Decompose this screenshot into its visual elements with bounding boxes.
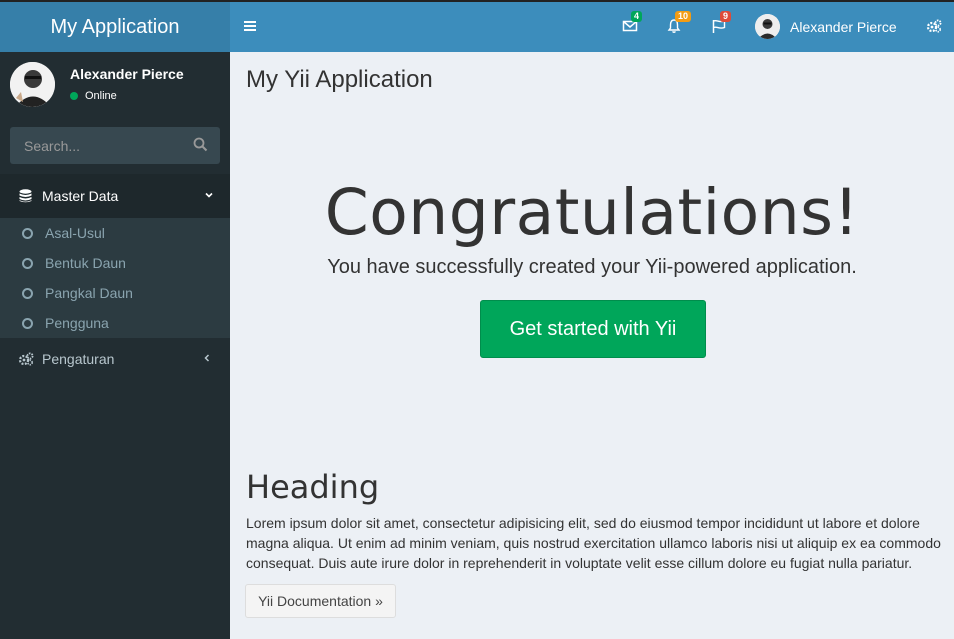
sidebar-item-label: Pengaturan	[42, 351, 115, 367]
get-started-button[interactable]: Get started with Yii	[480, 300, 706, 358]
main-sidebar: Alexander Pierce Online Master Data	[0, 52, 230, 639]
user-menu[interactable]: Alexander Pierce	[755, 14, 897, 39]
search-icon	[193, 137, 208, 152]
section-paragraph: Lorem ipsum dolor sit amet, consectetur …	[246, 515, 941, 571]
tasks-badge: 9	[720, 11, 732, 22]
search-button[interactable]	[193, 137, 208, 157]
circle-icon	[22, 227, 33, 239]
master-data-submenu: Asal-Usul Bentuk Daun Pangkal Daun Pengg…	[0, 218, 230, 338]
sidebar-toggle-icon[interactable]	[244, 19, 258, 33]
jumbotron-lead: You have successfully created your Yii-p…	[327, 256, 857, 278]
chevron-down-icon	[205, 192, 213, 198]
avatar	[10, 62, 55, 107]
control-sidebar-toggle[interactable]	[926, 19, 942, 38]
top-navbar: 4 10 9 Alexander Pierce	[230, 0, 954, 52]
circle-icon	[22, 287, 33, 299]
sidebar-item-label: Pengguna	[45, 315, 109, 331]
online-status-icon	[70, 92, 78, 100]
gears-icon	[18, 352, 34, 366]
notifications-menu[interactable]: 10	[666, 11, 692, 34]
sidebar-item-bentuk-daun[interactable]: Bentuk Daun	[0, 248, 230, 278]
sidebar-item-label: Asal-Usul	[45, 225, 105, 241]
messages-menu[interactable]: 4	[622, 11, 643, 34]
sidebar-item-label: Master Data	[42, 188, 119, 204]
jumbotron-title: Congratulations!	[324, 176, 860, 249]
page-title: My Yii Application	[246, 66, 433, 93]
sidebar-user-name: Alexander Pierce	[70, 66, 184, 82]
notifications-badge: 10	[675, 11, 692, 22]
section-heading: Heading	[246, 468, 380, 506]
sidebar-item-label: Bentuk Daun	[45, 255, 126, 271]
search-input[interactable]	[10, 127, 180, 164]
circle-icon	[22, 257, 33, 269]
sidebar-item-pengaturan[interactable]: Pengaturan	[0, 342, 230, 376]
sidebar-item-label: Pangkal Daun	[45, 285, 133, 301]
user-panel: Alexander Pierce Online	[10, 62, 220, 108]
gears-icon	[926, 19, 942, 33]
sidebar-item-master-data[interactable]: Master Data	[0, 174, 230, 218]
sidebar-item-asal-usul[interactable]: Asal-Usul	[0, 218, 230, 248]
user-status: Online	[70, 90, 117, 102]
database-icon	[19, 189, 32, 203]
app-title: My Application	[50, 15, 180, 38]
sidebar-item-pangkal-daun[interactable]: Pangkal Daun	[0, 278, 230, 308]
circle-icon	[22, 317, 33, 329]
navbar-user-name: Alexander Pierce	[790, 18, 897, 35]
chevron-left-icon	[204, 354, 210, 362]
sidebar-search-form	[10, 127, 220, 164]
messages-badge: 4	[631, 11, 643, 22]
app-logo[interactable]: My Application	[0, 0, 230, 52]
yii-documentation-button[interactable]: Yii Documentation »	[245, 584, 396, 618]
tasks-menu[interactable]: 9	[711, 11, 732, 34]
status-label: Online	[85, 90, 117, 102]
avatar	[755, 14, 780, 39]
sidebar-item-pengguna[interactable]: Pengguna	[0, 308, 230, 338]
